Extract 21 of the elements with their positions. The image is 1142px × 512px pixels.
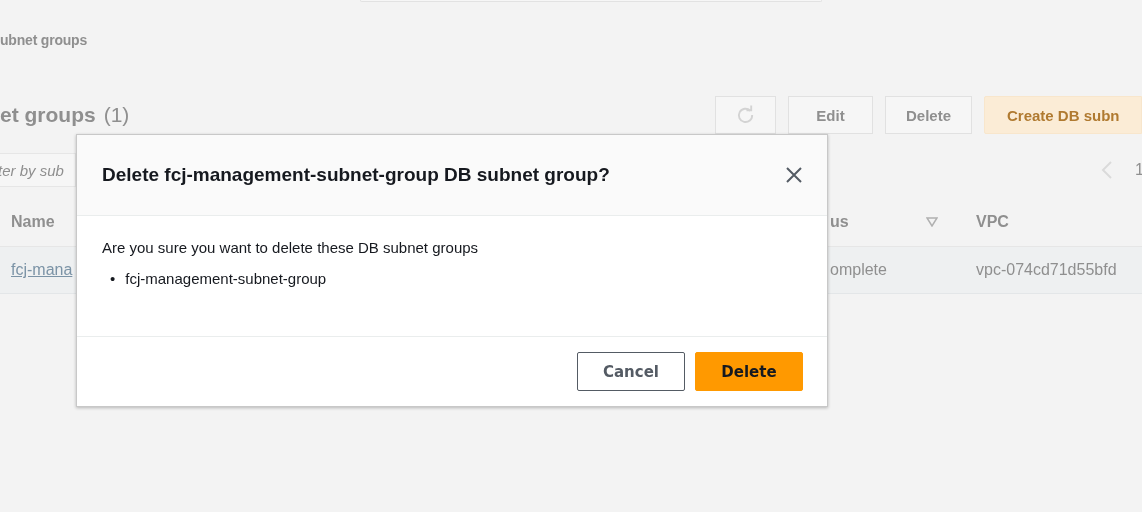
- page-heading: et groups: [0, 103, 96, 127]
- chevron-left-icon: [1101, 161, 1113, 179]
- delete-button[interactable]: Delete: [695, 352, 803, 391]
- create-button[interactable]: Create DB subn: [984, 96, 1142, 134]
- item-count: (1): [103, 103, 131, 127]
- table-cell-text: vpc-074cd71d55bfd: [976, 261, 1118, 279]
- cancel-button[interactable]: Cancel: [577, 352, 685, 391]
- table-cell-text: omplete: [830, 261, 888, 279]
- refresh-button[interactable]: [714, 96, 776, 134]
- toolbar-button[interactable]: Edit: [787, 96, 873, 134]
- close-icon[interactable]: [785, 166, 803, 184]
- refresh-icon: [735, 105, 755, 125]
- column-header: Name: [11, 213, 55, 231]
- column-header: us: [830, 213, 849, 231]
- dialog-message: Are you sure you want to delete these DB subnet groups: [102, 239, 480, 256]
- breadcrumb-link[interactable]: ubnet groups: [0, 2, 1142, 52]
- list-item: fcj-management-subnet-group: [125, 270, 327, 287]
- column-header: VPC: [976, 213, 1009, 231]
- bullet: •: [110, 270, 116, 287]
- dialog-title: Delete fcj-management-subnet-group DB subnet group?: [102, 164, 611, 186]
- toolbar-button[interactable]: Delete: [884, 96, 972, 134]
